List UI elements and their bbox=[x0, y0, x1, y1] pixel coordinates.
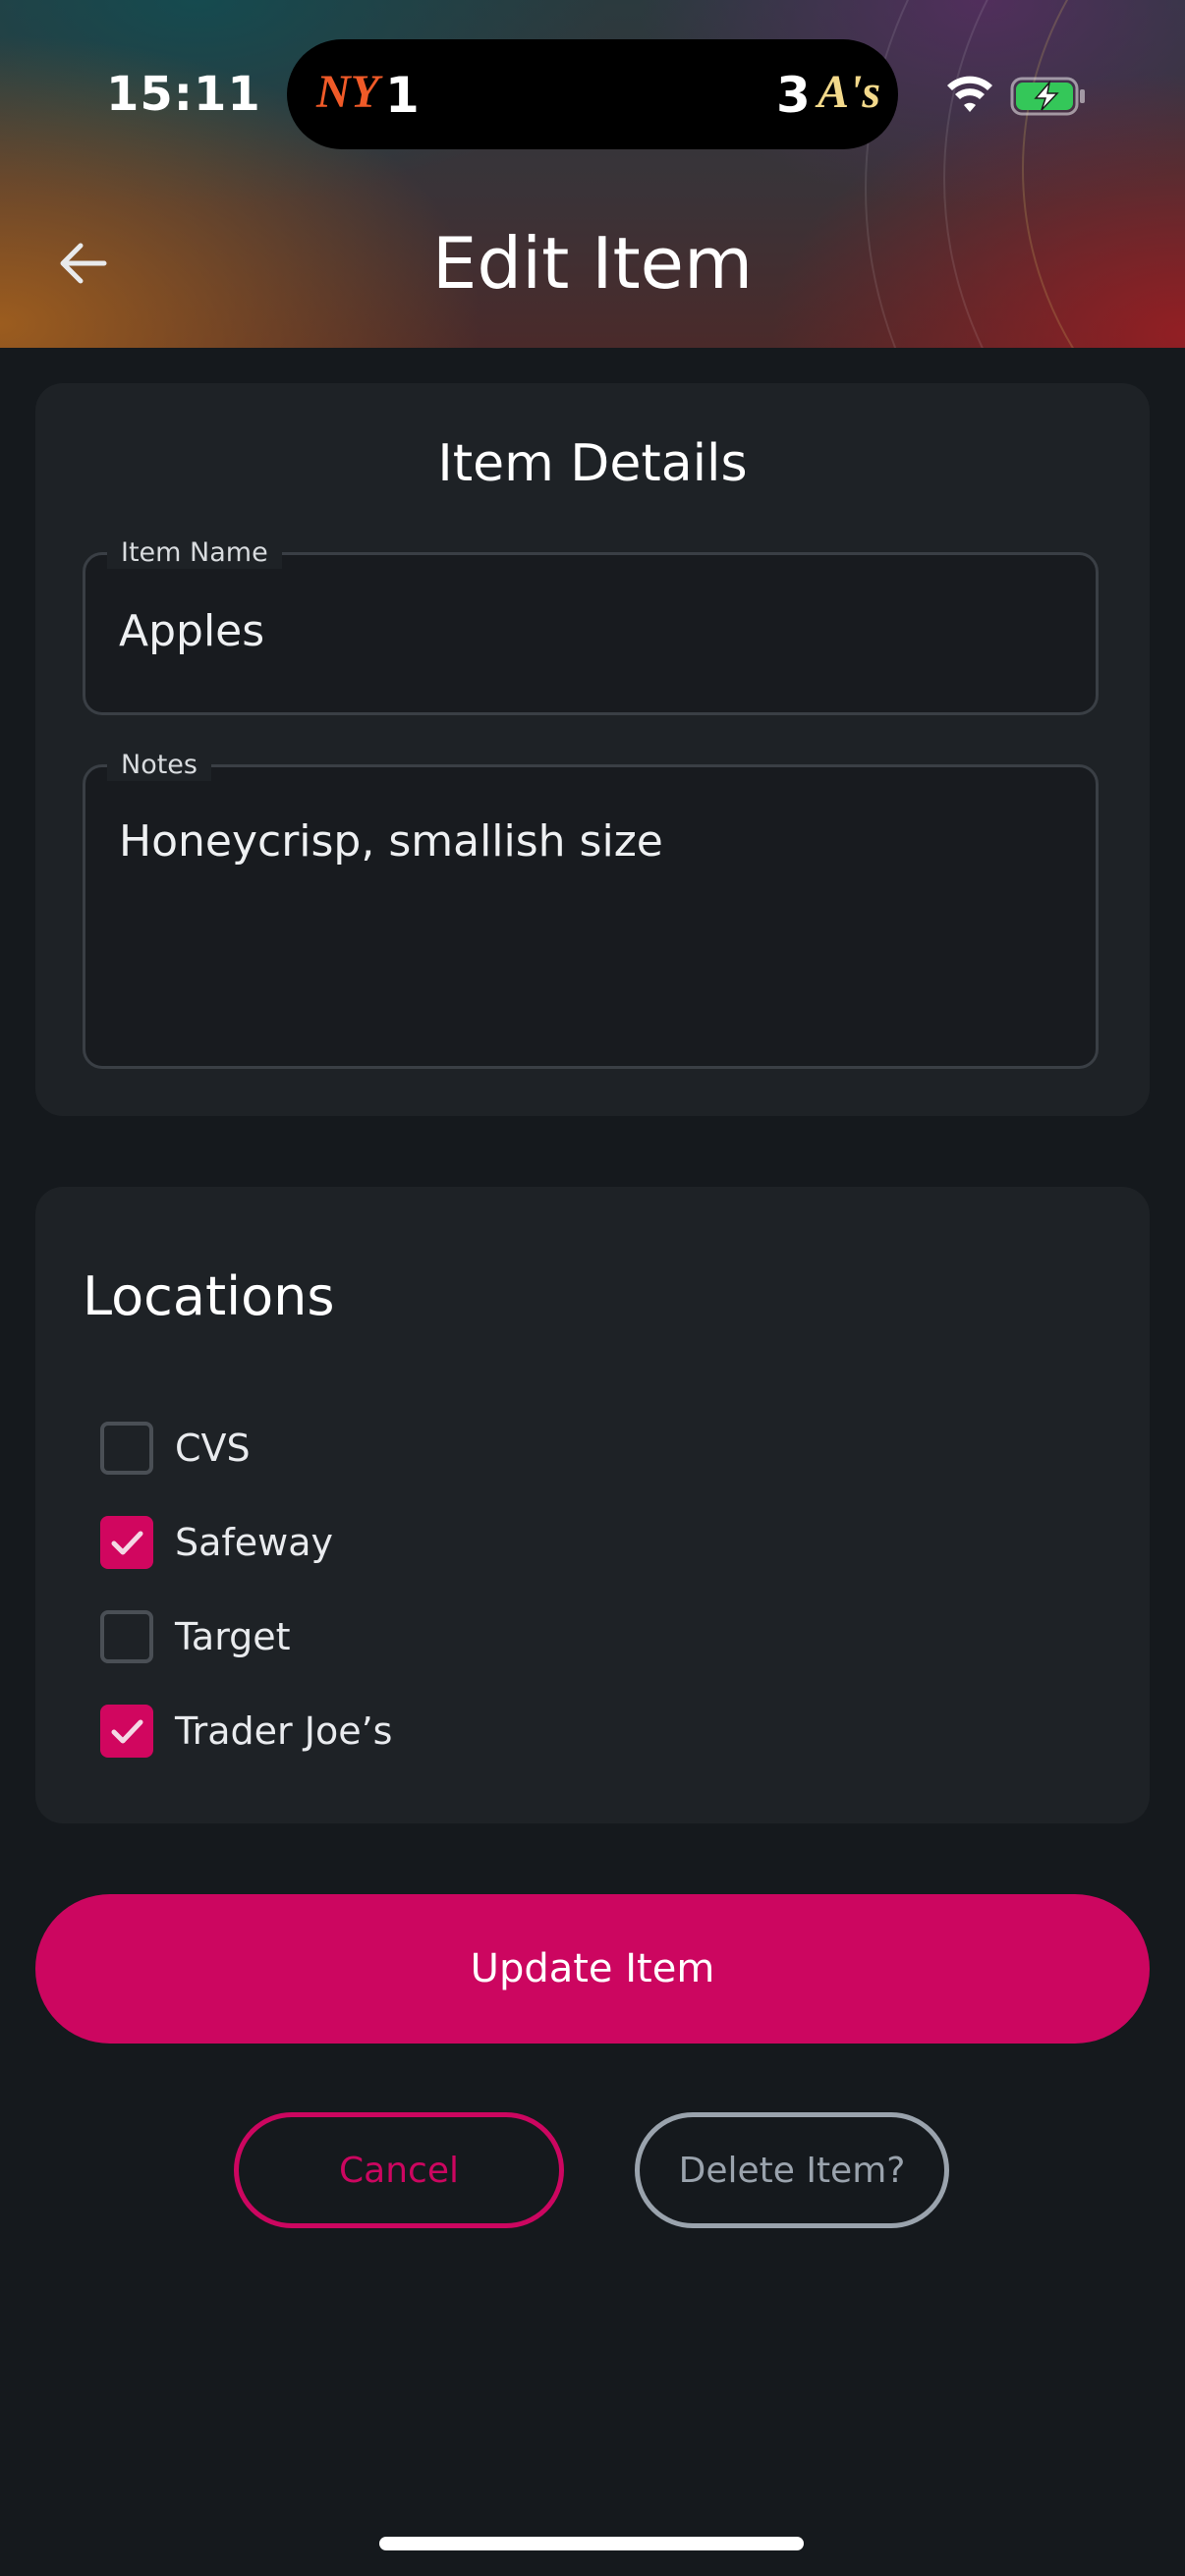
location-item-target[interactable]: Target bbox=[100, 1607, 291, 1666]
live-activity-scoreboard[interactable]: NY 1 3 A's bbox=[287, 39, 898, 149]
item-name-label: Item Name bbox=[107, 537, 282, 569]
wifi-icon bbox=[947, 76, 992, 112]
checkbox[interactable] bbox=[100, 1422, 153, 1475]
item-details-title: Item Details bbox=[437, 434, 748, 493]
checkbox[interactable] bbox=[100, 1705, 153, 1758]
delete-item-button[interactable]: Delete Item? bbox=[635, 2112, 949, 2228]
app-header: 15:11 NY 1 3 A's Edit Item bbox=[0, 0, 1185, 348]
home-team-score: 1 bbox=[385, 67, 420, 124]
location-item-safeway[interactable]: Safeway bbox=[100, 1513, 333, 1572]
location-label: Trader Joe’s bbox=[175, 1709, 393, 1753]
away-team-logo: A's bbox=[818, 66, 881, 118]
status-time: 15:11 bbox=[106, 67, 261, 122]
location-label: CVS bbox=[175, 1427, 251, 1470]
battery-charging-icon bbox=[1010, 77, 1085, 116]
checkmark-icon bbox=[111, 1531, 143, 1555]
item-details-card: Item Details Item Name Apples Notes Hone… bbox=[35, 383, 1150, 1116]
locations-title: Locations bbox=[83, 1265, 335, 1327]
update-item-button[interactable]: Update Item bbox=[35, 1894, 1150, 2044]
item-name-field[interactable]: Item Name Apples bbox=[83, 537, 1099, 715]
page-title: Edit Item bbox=[431, 222, 754, 305]
location-label: Target bbox=[175, 1615, 291, 1658]
location-label: Safeway bbox=[175, 1521, 334, 1564]
checkmark-icon bbox=[111, 1719, 143, 1744]
cancel-button[interactable]: Cancel bbox=[234, 2112, 564, 2228]
notes-label: Notes bbox=[107, 750, 211, 781]
location-item-trader-joes[interactable]: Trader Joe’s bbox=[100, 1702, 392, 1761]
checkbox[interactable] bbox=[100, 1516, 153, 1569]
home-team-logo: NY bbox=[316, 66, 379, 118]
notes-value: Honeycrisp, smallish size bbox=[119, 816, 663, 867]
checkbox[interactable] bbox=[100, 1610, 153, 1663]
location-item-cvs[interactable]: CVS bbox=[100, 1419, 251, 1478]
notes-field[interactable]: Notes Honeycrisp, smallish size bbox=[83, 750, 1099, 1069]
locations-card: Locations CVS Safeway Target Trader Joe’… bbox=[35, 1187, 1150, 1823]
home-indicator[interactable] bbox=[379, 2537, 804, 2550]
item-name-value: Apples bbox=[119, 606, 265, 656]
away-team-score: 3 bbox=[776, 67, 811, 124]
